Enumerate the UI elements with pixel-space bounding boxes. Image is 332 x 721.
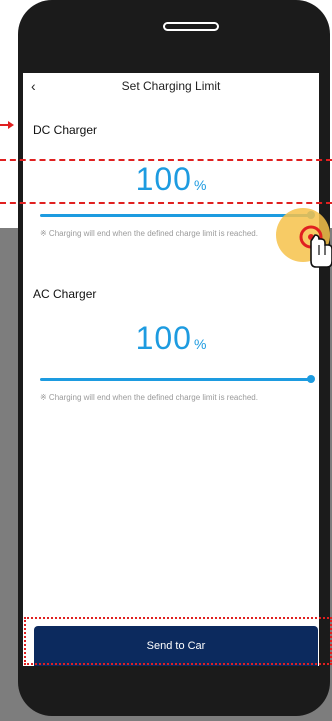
app-screen: ‹ Set Charging Limit DC Charger 100% ※ C… <box>23 73 319 666</box>
dc-limit-number: 100 <box>135 161 192 197</box>
tap-hand-icon <box>276 208 332 268</box>
ac-limit-unit: % <box>193 336 207 352</box>
highlight-box-send <box>24 617 332 665</box>
ac-slider-thumb[interactable] <box>307 375 315 383</box>
ac-charger-label: AC Charger <box>33 287 97 301</box>
ac-slider-track <box>40 378 311 381</box>
dc-charger-label: DC Charger <box>33 123 98 137</box>
dc-limit-slider[interactable] <box>40 210 315 220</box>
dc-charge-note: ※ Charging will end when the defined cha… <box>40 229 258 238</box>
speaker-slot <box>163 22 219 31</box>
ac-limit-value: 100% <box>23 320 319 357</box>
ac-limit-slider[interactable] <box>40 374 315 384</box>
app-header: ‹ Set Charging Limit <box>23 73 319 101</box>
pointer-arrow-icon <box>0 121 14 129</box>
dc-limit-value: 100% <box>23 161 319 198</box>
dc-slider-track <box>40 214 311 217</box>
ac-limit-number: 100 <box>135 320 192 356</box>
highlight-line-top <box>0 159 332 161</box>
page-title: Set Charging Limit <box>121 79 221 93</box>
highlight-line-bottom <box>0 202 332 204</box>
ac-charge-note: ※ Charging will end when the defined cha… <box>40 393 258 402</box>
dc-limit-unit: % <box>193 177 207 193</box>
